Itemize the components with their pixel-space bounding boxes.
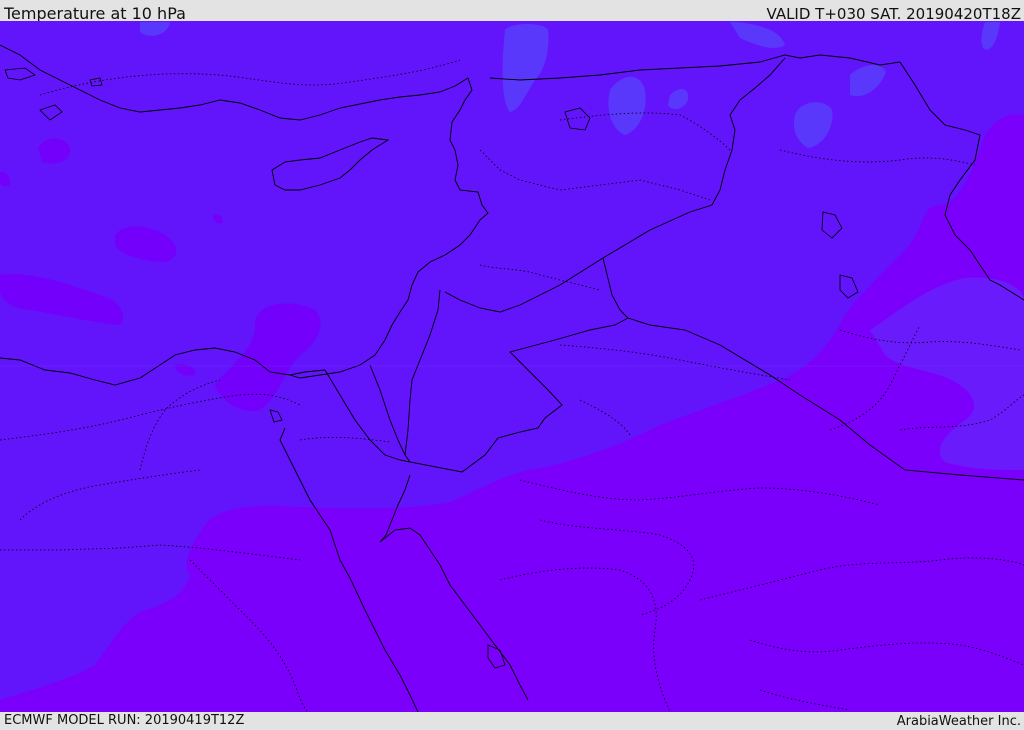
weather-map[interactable] <box>0 21 1024 712</box>
model-run: ECMWF MODEL RUN: 20190419T12Z <box>4 713 245 728</box>
credit: ArabiaWeather Inc. <box>896 714 1021 729</box>
